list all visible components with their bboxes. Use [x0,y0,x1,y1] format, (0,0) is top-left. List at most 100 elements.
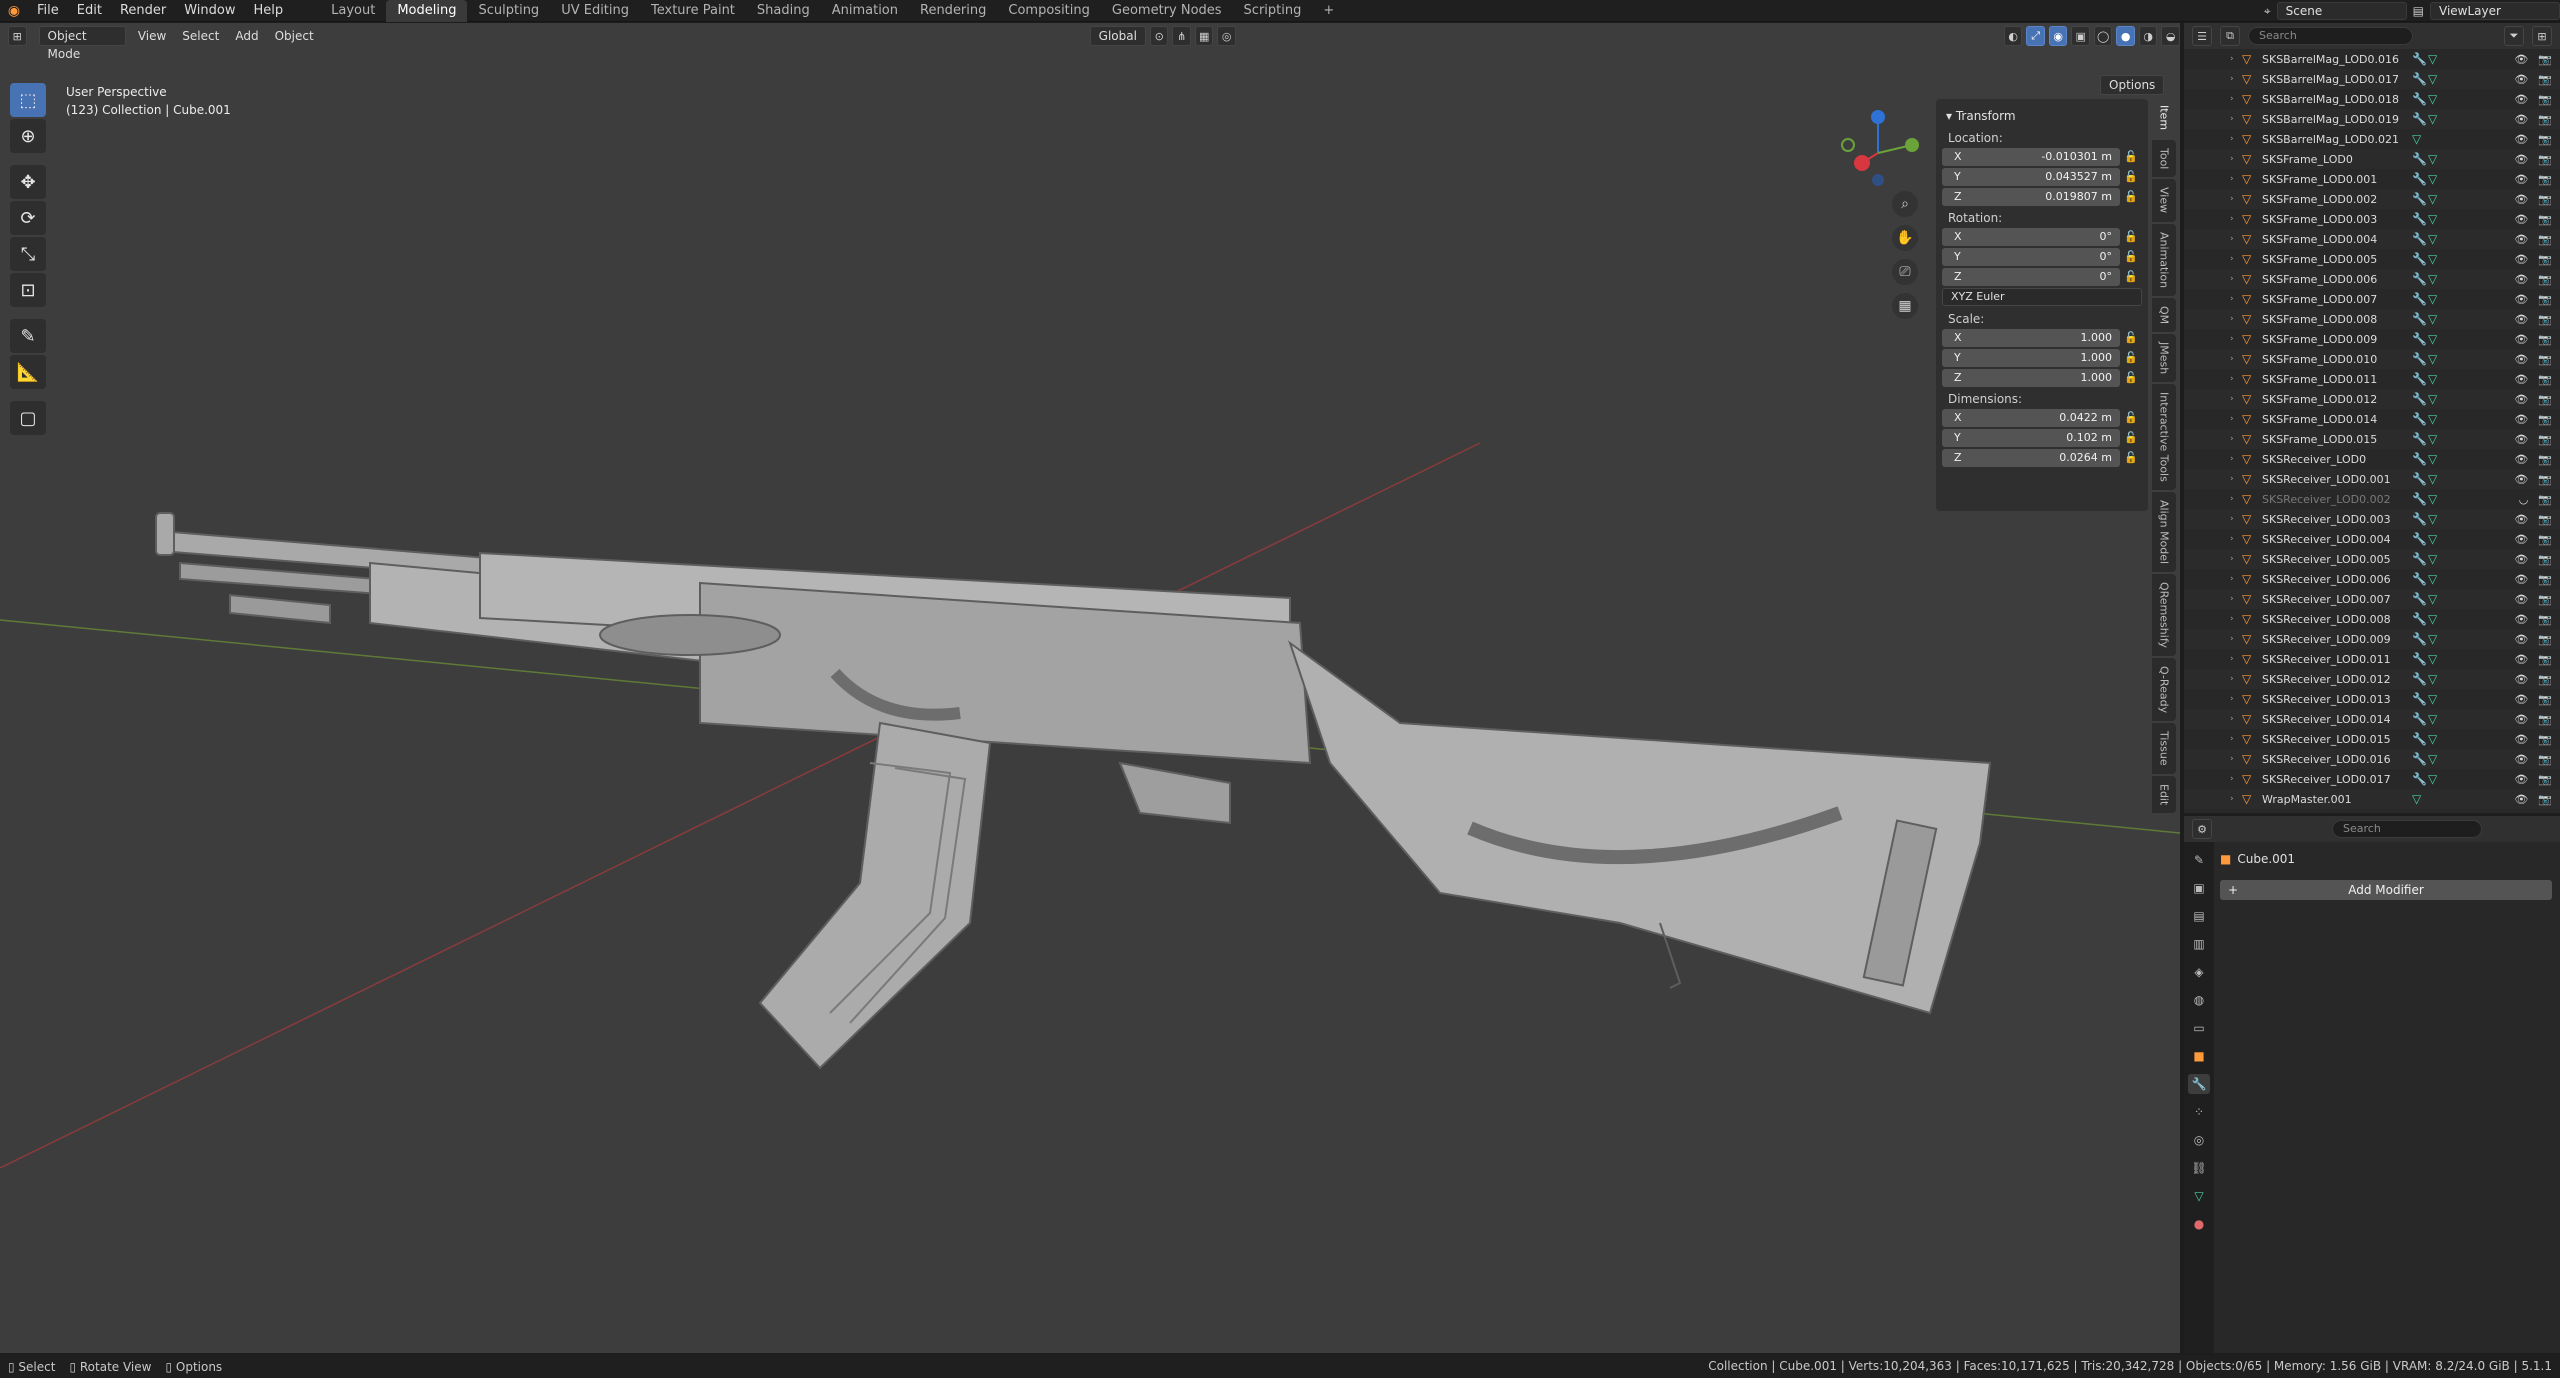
eye-icon[interactable]: 👁 [2514,213,2528,226]
tab-sculpting[interactable]: Sculpting [467,0,550,22]
camera-render-icon[interactable]: 📷 [2538,533,2552,546]
menu-file[interactable]: File [28,0,68,22]
camera-render-icon[interactable]: 📷 [2538,193,2552,206]
object-name[interactable]: SKSReceiver_LOD0.003 [2262,513,2412,526]
display-mode-icon[interactable]: ⧉ [2220,26,2240,46]
lock-icon[interactable]: 🔓 [2120,371,2142,384]
camera-render-icon[interactable]: 📷 [2538,793,2552,806]
modifier-icon[interactable]: 🔧 [2412,472,2428,486]
object-name[interactable]: SKSBarrelMag_LOD0.018 [2262,93,2412,106]
modifier-icon[interactable]: 🔧 [2412,192,2428,206]
mesh-data-icon[interactable]: ▽ [2428,772,2444,786]
sidebar-tab-jmesh[interactable]: JMesh [2152,333,2176,382]
visibility-icon[interactable]: ◐ [2003,26,2023,46]
expand-arrow-icon[interactable]: › [2230,74,2234,84]
outliner-row[interactable]: › ▽ SKSFrame_LOD0.012 🔧 ▽ 👁 📷 [2184,389,2560,409]
physics-tab-icon[interactable]: ◎ [2188,1130,2210,1150]
rotation-y-field[interactable]: Y 0° [1942,247,2120,266]
outliner-row[interactable]: › ▽ SKSFrame_LOD0.005 🔧 ▽ 👁 📷 [2184,249,2560,269]
mesh-data-icon[interactable]: ▽ [2428,232,2444,246]
eye-icon[interactable]: 👁 [2514,553,2528,566]
outliner-row[interactable]: › ▽ SKSFrame_LOD0.001 🔧 ▽ 👁 📷 [2184,169,2560,189]
outliner-row[interactable]: › ▽ SKSReceiver_LOD0.003 🔧 ▽ 👁 📷 [2184,509,2560,529]
camera-render-icon[interactable]: 📷 [2538,513,2552,526]
eye-icon[interactable]: 👁 [2514,193,2528,206]
camera-render-icon[interactable]: 📷 [2538,393,2552,406]
object-name[interactable]: SKSFrame_LOD0.015 [2262,433,2412,446]
outliner-row[interactable]: › ▽ SKSBarrelMag_LOD0.019 🔧 ▽ 👁 📷 [2184,109,2560,129]
tab-scripting[interactable]: Scripting [1233,0,1313,22]
camera-render-icon[interactable]: 📷 [2538,413,2552,426]
expand-arrow-icon[interactable]: › [2230,414,2234,424]
material-tab-icon[interactable]: ● [2188,1214,2210,1234]
material-shading-icon[interactable]: ◑ [2138,26,2158,46]
modifier-icon[interactable]: 🔧 [2412,112,2428,126]
eye-icon[interactable]: 👁 [2514,453,2528,466]
sidebar-tab-q-ready[interactable]: Q-Ready [2152,658,2176,722]
camera-render-icon[interactable]: 📷 [2538,453,2552,466]
camera-render-icon[interactable]: 📷 [2538,593,2552,606]
sidebar-tab-view[interactable]: View [2152,179,2176,222]
expand-arrow-icon[interactable]: › [2230,134,2234,144]
mesh-data-icon[interactable]: ▽ [2428,592,2444,606]
modifier-icon[interactable]: 🔧 [2412,632,2428,646]
zoom-icon[interactable]: ⌕ [1892,191,1918,217]
outliner-row[interactable]: › ▽ SKSReceiver_LOD0.017 🔧 ▽ 👁 📷 [2184,769,2560,789]
object-name[interactable]: SKSReceiver_LOD0.002 [2262,493,2412,506]
dimensions-x-field[interactable]: X 0.0422 m [1942,408,2120,427]
grid-ortho-icon[interactable]: ▦ [1892,293,1918,319]
eye-icon[interactable]: 👁 [2514,733,2528,746]
rotate-icon[interactable]: ⟳ [10,201,46,235]
expand-arrow-icon[interactable]: › [2230,494,2234,504]
modifier-icon[interactable]: 🔧 [2412,92,2428,106]
tab-layout[interactable]: Layout [320,0,386,22]
outliner-row[interactable]: › ▽ SKSReceiver_LOD0.007 🔧 ▽ 👁 📷 [2184,589,2560,609]
object-name[interactable]: SKSFrame_LOD0.012 [2262,393,2412,406]
outliner-search-input[interactable]: Search [2248,27,2413,45]
scale-y-field[interactable]: Y 1.000 [1942,348,2120,367]
camera-render-icon[interactable]: 📷 [2538,713,2552,726]
mesh-data-icon[interactable]: ▽ [2428,632,2444,646]
outliner-row[interactable]: › ▽ SKSFrame_LOD0.009 🔧 ▽ 👁 📷 [2184,329,2560,349]
eye-icon[interactable]: 👁 [2514,313,2528,326]
object-name[interactable]: SKSReceiver_LOD0.011 [2262,653,2412,666]
modifier-icon[interactable]: 🔧 [2412,392,2428,406]
mesh-data-icon[interactable]: ▽ [2428,572,2444,586]
xray-icon[interactable]: ▣ [2071,26,2090,46]
viewport-menu-select[interactable]: Select [174,26,227,46]
eye-icon[interactable]: 👁 [2514,73,2528,86]
sidebar-tab-align-model[interactable]: Align Model [2152,491,2176,572]
properties-editor-icon[interactable]: ⚙ [2192,819,2212,839]
location-z-field[interactable]: Z 0.019807 m [1942,187,2120,206]
transform-orientation-selector[interactable]: Global [1089,26,1146,46]
modifier-icon[interactable]: 🔧 [2412,612,2428,626]
mesh-data-icon[interactable]: ▽ [2428,92,2444,106]
pan-hand-icon[interactable]: ✋ [1892,225,1918,251]
object-name[interactable]: SKSBarrelMag_LOD0.021 [2262,133,2412,146]
object-name[interactable]: SKSFrame_LOD0.008 [2262,313,2412,326]
camera-render-icon[interactable]: 📷 [2538,433,2552,446]
outliner-row[interactable]: › ▽ SKSReceiver_LOD0.001 🔧 ▽ 👁 📷 [2184,469,2560,489]
modifier-icon[interactable]: 🔧 [2412,412,2428,426]
mesh-data-icon[interactable]: ▽ [2428,192,2444,206]
outliner-row[interactable]: › ▽ SKSBarrelMag_LOD0.016 🔧 ▽ 👁 📷 [2184,49,2560,69]
lock-icon[interactable]: 🔓 [2120,250,2142,263]
modifier-icon[interactable]: 🔧 [2412,592,2428,606]
rendered-shading-icon[interactable]: ◒ [2161,26,2180,46]
modifier-icon[interactable]: 🔧 [2412,152,2428,166]
tab-shading[interactable]: Shading [746,0,821,22]
camera-render-icon[interactable]: 📷 [2538,333,2552,346]
data-tab-icon[interactable]: ▽ [2188,1186,2210,1206]
location-x-field[interactable]: X -0.010301 m [1942,147,2120,166]
neg-y-handle[interactable] [1841,138,1855,152]
eye-icon[interactable]: 👁 [2514,573,2528,586]
modifier-icon[interactable]: 🔧 [2412,712,2428,726]
outliner-row[interactable]: › ▽ SKSReceiver_LOD0.008 🔧 ▽ 👁 📷 [2184,609,2560,629]
object-name[interactable]: SKSReceiver_LOD0.006 [2262,573,2412,586]
eye-icon[interactable]: 👁 [2514,133,2528,146]
mesh-data-icon[interactable]: ▽ [2412,792,2428,806]
mesh-data-icon[interactable]: ▽ [2428,52,2444,66]
sidebar-tab-tool[interactable]: Tool [2152,140,2176,178]
add-cube-icon[interactable]: ▢ [10,401,46,435]
modifier-icon[interactable]: 🔧 [2412,432,2428,446]
